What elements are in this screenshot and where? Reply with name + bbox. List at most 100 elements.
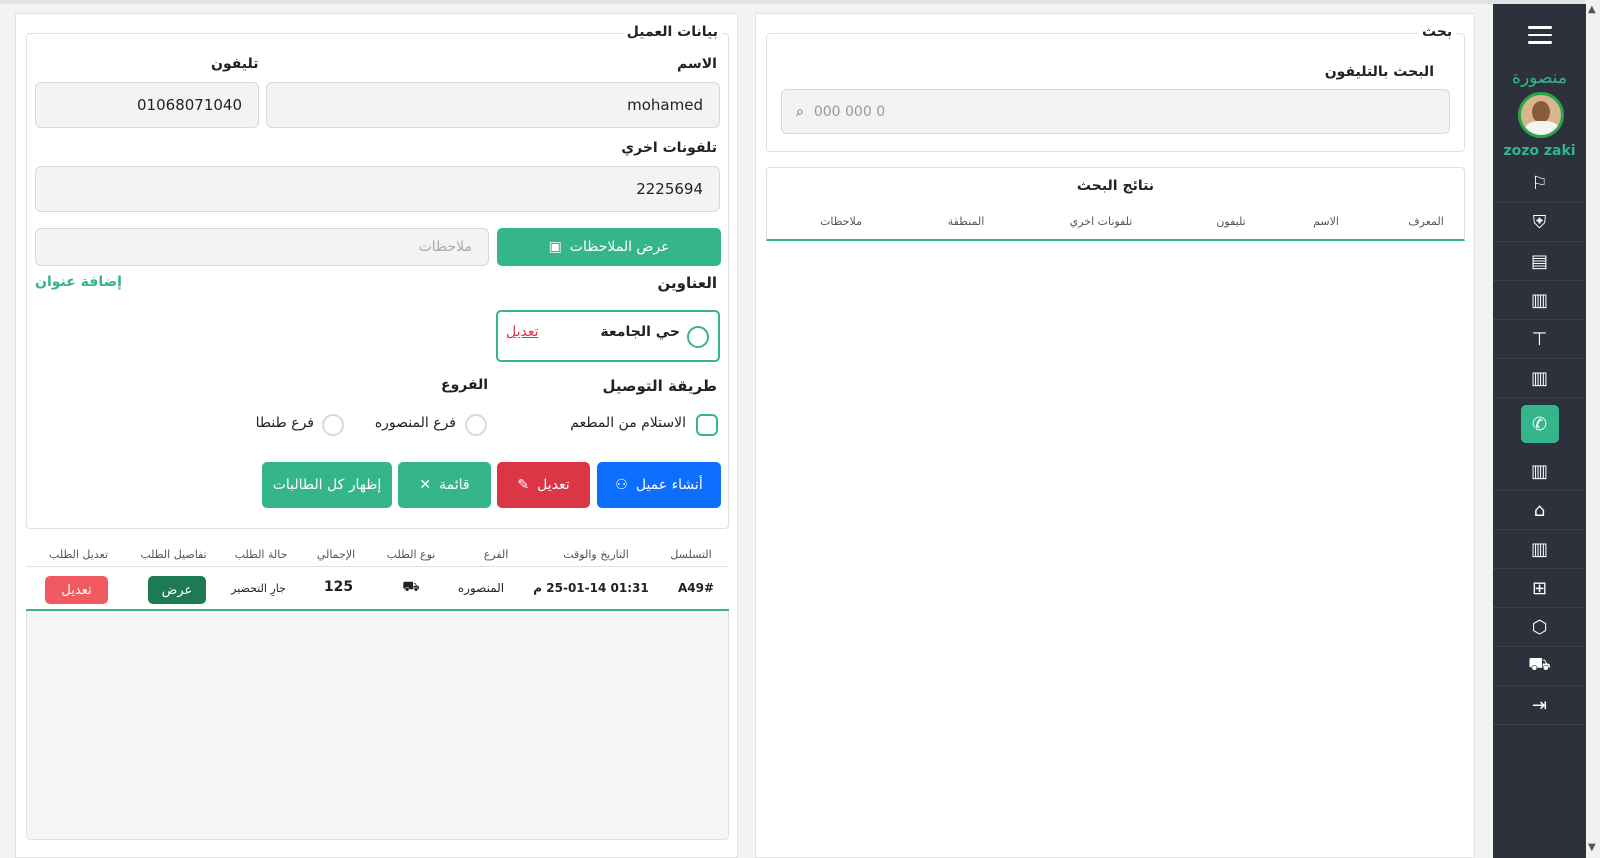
orders-col-total: الإجمالي (316, 548, 356, 561)
address-radio[interactable] (687, 326, 709, 348)
sidebar-item-9[interactable]: ▥ (1493, 530, 1586, 569)
show-notes-button[interactable]: عرض الملاحظات ▣ (497, 228, 721, 266)
phone-value: 01068071040 (137, 96, 242, 114)
home-icon: ⌂ (1533, 499, 1546, 521)
name-value: mohamed (627, 96, 703, 114)
delivery-icon: ⛟ (1528, 654, 1551, 675)
other-phones-label: تلفونات اخري (621, 140, 717, 156)
sidebar-item-4[interactable]: ⊤ (1493, 320, 1586, 359)
receipt-icon: ▥ (1530, 367, 1548, 389)
edit-order-button[interactable]: تعديل (45, 576, 108, 604)
search-input[interactable]: ⌕ 000 000 0 (781, 89, 1450, 134)
branch-2-radio[interactable] (322, 414, 344, 436)
scrollbar[interactable]: ▲ ▼ (1586, 0, 1600, 858)
delivery-icon: ⛟ (402, 579, 420, 595)
order-branch: المنصوره (457, 581, 505, 595)
box-icon: ⬡ (1531, 616, 1548, 638)
branch-name: منصورة (1512, 68, 1567, 88)
edit-customer-button[interactable]: تعديل ✎ (497, 462, 590, 508)
name-label: الاسم (677, 56, 717, 72)
clipboard-icon: ▣ (548, 239, 562, 255)
orders-col-datetime: التاريخ والوقت (563, 548, 629, 561)
order-status: جارِ التحضير (231, 582, 286, 595)
results-col-area: المنطقة (947, 215, 985, 228)
phone-icon: ✆ (1520, 405, 1559, 443)
address-name: حي الجامعة (600, 324, 680, 340)
search-panel: بحث البحث بالتليفون ⌕ 000 000 0 نتائج ال… (755, 13, 1475, 858)
notes-input[interactable]: ملاحظات (35, 228, 489, 266)
orders-col-serial: التسلسل (670, 548, 712, 561)
results-col-name: الاسم (1313, 215, 1339, 228)
search-icon: ⌕ (796, 103, 804, 120)
customer-panel: بيانات العميل الاسم تليفون mohamed 01068… (15, 13, 738, 858)
add-user-icon: ⚇ (615, 477, 628, 493)
table-icon: ⊤ (1531, 328, 1548, 350)
orders-col-edit: تعديل الطلب (49, 548, 108, 561)
top-border (0, 0, 1585, 4)
results-col-other-phones: تلفونات اخري (1069, 215, 1133, 228)
sidebar-item-12[interactable]: ⛟ (1493, 647, 1586, 686)
create-customer-button[interactable]: أنشاء عميل ⚇ (597, 462, 721, 508)
sidebar-item-1[interactable]: ⛨ (1493, 203, 1586, 242)
receipt-icon: ▥ (1530, 538, 1548, 560)
sidebar-item-13[interactable]: ⇥ (1493, 686, 1586, 725)
view-order-button[interactable]: عرض (148, 576, 206, 604)
shield-icon: ⛨ (1532, 211, 1547, 233)
results-col-id: المعرف (1408, 215, 1444, 228)
orders-col-branch: الفرع (483, 548, 509, 561)
sidebar-item-10[interactable]: ⊞ (1493, 569, 1586, 608)
addresses-label: العناوين (657, 274, 717, 292)
sidebar-item-0[interactable]: ⚐ (1493, 164, 1586, 203)
signpost-icon: ⚐ (1531, 172, 1548, 194)
results-col-notes: ملاحظات (820, 215, 862, 228)
sidebar-item-5[interactable]: ▥ (1493, 359, 1586, 398)
receipt-icon: ▥ (1530, 460, 1548, 482)
add-address-link[interactable]: إضافة عنوان (35, 274, 122, 290)
other-phones-field[interactable]: 2225694 (35, 166, 720, 212)
edit-customer-label: تعديل (537, 477, 570, 493)
order-serial: A49# (677, 581, 715, 595)
sidebar-item-8[interactable]: ⌂ (1493, 491, 1586, 530)
logout-icon: ⇥ (1531, 694, 1548, 716)
pickup-checkbox[interactable] (696, 414, 718, 436)
search-phone-label: البحث بالتليفون (1324, 64, 1434, 80)
address-card[interactable]: حي الجامعة تعديل (496, 310, 720, 362)
branches-label: الفروع (441, 377, 489, 393)
results-col-phone: تليفون (1216, 215, 1246, 228)
pickup-label: الاستلام من المطعم (570, 415, 686, 431)
notes-placeholder: ملاحظات (418, 239, 472, 255)
orders-col-details: تفاصيل الطلب (140, 548, 207, 561)
gift-icon: ⊞ (1531, 577, 1548, 599)
search-placeholder: 000 000 0 (813, 103, 886, 120)
scroll-up-icon[interactable]: ▲ (1588, 4, 1596, 15)
name-field[interactable]: mohamed (266, 82, 720, 128)
show-all-tables-label: إظهار كل الطالبات (272, 477, 382, 493)
branch-1-radio[interactable] (465, 414, 487, 436)
sidebar-item-6[interactable]: ✆ (1493, 400, 1586, 448)
delivery-method-label: طريقة التوصيل (602, 377, 717, 395)
sidebar-item-2[interactable]: ▤ (1493, 242, 1586, 281)
scroll-down-icon[interactable]: ▼ (1588, 842, 1596, 853)
branch-1-label: فرع المنصوره (374, 415, 456, 431)
orders-col-type: نوع الطلب (386, 548, 436, 561)
edit-file-icon: ✎ (517, 477, 530, 493)
avatar[interactable] (1518, 92, 1564, 138)
menu-button[interactable]: قائمة ✕ (398, 462, 491, 508)
orders-col-status: حالة الطلب (234, 548, 288, 561)
phone-label: تليفون (211, 56, 259, 72)
show-all-tables-button[interactable]: إظهار كل الطالبات (262, 462, 392, 508)
cash-register-icon: ▤ (1530, 250, 1548, 272)
sidebar-item-7[interactable]: ▥ (1493, 452, 1586, 491)
hamburger-menu-icon[interactable] (1528, 26, 1552, 44)
create-customer-label: أنشاء عميل (635, 477, 703, 493)
menu-label: قائمة (439, 477, 470, 493)
sidebar-item-11[interactable]: ⬡ (1493, 608, 1586, 647)
sidebar: منصورة zozo zaki ⚐ ⛨ ▤ ▥ ⊤ ▥ ✆ ▥ ⌂ ▥ ⊞ ⬡ ⛟ ⇥ (1493, 4, 1586, 858)
customer-legend: بيانات العميل (622, 24, 722, 40)
results-title: نتائج البحث (1076, 178, 1155, 194)
order-datetime: 01:31 25-01-14 م (533, 581, 649, 595)
phone-field[interactable]: 01068071040 (35, 82, 259, 128)
other-phones-value: 2225694 (636, 180, 703, 198)
sidebar-item-3[interactable]: ▥ (1493, 281, 1586, 320)
address-edit-link[interactable]: تعديل (506, 324, 539, 340)
